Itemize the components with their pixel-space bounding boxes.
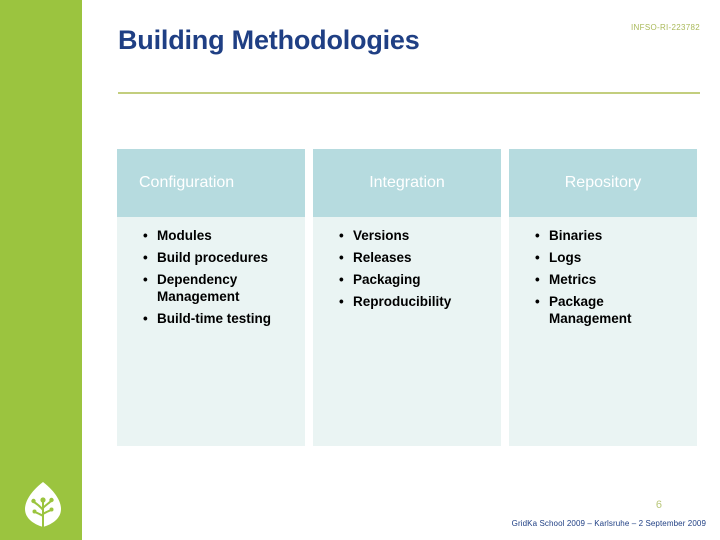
page-title: Building Methodologies [118,25,420,55]
column-header-repository: Repository [509,149,697,217]
list-item: Package Management [535,293,687,327]
column-header-integration: Integration [313,149,501,217]
table-column-integration: Integration Versions Releases Packaging … [313,149,501,446]
list-item: Metrics [535,271,687,288]
table-column-repository: Repository Binaries Logs Metrics Package… [509,149,697,446]
column-body-configuration: Modules Build procedures Dependency Mana… [117,217,305,446]
leaf-logo [20,480,66,530]
methodologies-table: Configuration Modules Build procedures D… [117,149,697,446]
footer-text: GridKa School 2009 – Karlsruhe – 2 Septe… [511,519,706,528]
list-repository: Binaries Logs Metrics Package Management [513,227,691,327]
left-green-band [0,0,82,540]
project-code-label: INFSO-RI-223782 [631,23,700,32]
list-item: Logs [535,249,687,266]
list-item: Build-time testing [143,310,295,327]
list-item: Versions [339,227,491,244]
column-body-repository: Binaries Logs Metrics Package Management [509,217,697,446]
list-item: Releases [339,249,491,266]
table-column-configuration: Configuration Modules Build procedures D… [117,149,305,446]
list-item: Packaging [339,271,491,288]
list-integration: Versions Releases Packaging Reproducibil… [317,227,495,310]
list-configuration: Modules Build procedures Dependency Mana… [121,227,299,327]
list-item: Modules [143,227,295,244]
list-item: Reproducibility [339,293,491,310]
slide: Building Methodologies INFSO-RI-223782 C… [0,0,720,540]
column-header-configuration: Configuration [117,149,305,217]
list-item: Binaries [535,227,687,244]
column-body-integration: Versions Releases Packaging Reproducibil… [313,217,501,446]
page-number: 6 [655,499,662,511]
title-divider [118,92,700,94]
list-item: Build procedures [143,249,295,266]
list-item: Dependency Management [143,271,295,305]
